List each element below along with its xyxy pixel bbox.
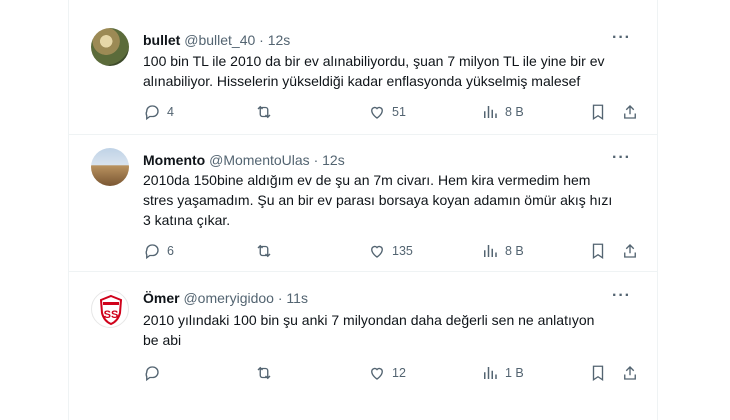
club-logo: SS	[99, 294, 123, 326]
share-button[interactable]	[621, 364, 639, 382]
views-icon	[484, 367, 497, 379]
avatar[interactable]	[91, 148, 129, 186]
reply-icon	[145, 244, 159, 260]
bookmark-icon	[592, 104, 604, 121]
views-icon	[484, 106, 497, 118]
timeline: bullet @bullet_40 · 12s ··· 100 bin TL i…	[68, 0, 658, 420]
author-name[interactable]: Momento	[143, 152, 205, 168]
like-button[interactable]: 135	[368, 242, 413, 260]
bookmark-icon	[592, 365, 604, 382]
retweet-button[interactable]	[255, 364, 279, 382]
author-handle[interactable]: @omeryigidoo	[183, 290, 273, 306]
timestamp[interactable]: 11s	[286, 290, 308, 306]
views-count: 1 B	[505, 366, 524, 380]
like-count: 12	[392, 366, 406, 380]
share-icon	[624, 105, 636, 119]
reply-count: 4	[167, 105, 174, 119]
svg-text:SS: SS	[104, 309, 119, 321]
tweet-text: 100 bin TL ile 2010 da bir ev alınabiliy…	[143, 51, 643, 91]
tweet-text: 2010da 150bine aldığım ev de şu an 7m ci…	[143, 170, 643, 230]
tweet-text-line: stres yaşamadım. Şu an bir ev parası bor…	[143, 192, 613, 208]
retweet-button[interactable]	[255, 242, 279, 260]
like-count: 51	[392, 105, 406, 119]
tweet-text-line: be abi	[143, 332, 182, 348]
views-icon	[484, 245, 497, 257]
share-icon	[624, 366, 636, 380]
like-icon	[371, 367, 383, 380]
views-button[interactable]: 8 B	[481, 242, 524, 260]
tweet-text: 2010 yılındaki 100 bin şu anki 7 milyond…	[143, 310, 643, 350]
timestamp[interactable]: 12s	[322, 152, 345, 168]
tweet-text-line: 100 bin TL ile 2010 da bir ev alınabiliy…	[143, 53, 605, 69]
like-button[interactable]: 12	[368, 364, 406, 382]
views-button[interactable]: 8 B	[481, 103, 524, 121]
retweet-icon	[257, 366, 271, 380]
tweet[interactable]: bullet @bullet_40 · 12s ··· 100 bin TL i…	[69, 0, 657, 135]
bookmark-icon	[592, 243, 604, 260]
timestamp[interactable]: 12s	[268, 32, 291, 48]
more-icon[interactable]: ···	[612, 288, 631, 304]
tweet[interactable]: Momento @MomentoUlas · 12s ··· 2010da 15…	[69, 135, 657, 272]
views-count: 8 B	[505, 244, 524, 258]
tweet-text-line: alınabiliyor. Hisselerin yükseldiği kada…	[143, 73, 581, 89]
like-button[interactable]: 51	[368, 103, 406, 121]
author-name[interactable]: Ömer	[143, 290, 180, 306]
like-count: 135	[392, 244, 413, 258]
retweet-icon	[257, 105, 271, 119]
separator-dot: ·	[259, 32, 264, 48]
bookmark-button[interactable]	[589, 103, 607, 121]
author-name[interactable]: bullet	[143, 32, 180, 48]
avatar[interactable]	[91, 28, 129, 66]
tweet-text-line: 2010da 150bine aldığım ev de şu an 7m ci…	[143, 172, 591, 188]
reply-button[interactable]: 6	[143, 242, 174, 260]
like-icon	[371, 245, 383, 258]
tweet-text-line: 3 katına çıkar.	[143, 212, 231, 228]
separator-dot: ·	[313, 152, 319, 168]
views-button[interactable]: 1 B	[481, 364, 524, 382]
author-handle[interactable]: @bullet_40	[184, 32, 255, 48]
share-button[interactable]	[621, 103, 639, 121]
retweet-button[interactable]	[255, 103, 279, 121]
tweet[interactable]: SS Ömer @omeryigidoo · 11s ··· 2010 yılı…	[69, 272, 657, 420]
avatar[interactable]: SS	[91, 290, 129, 328]
reply-count: 6	[167, 244, 174, 258]
retweet-icon	[257, 244, 271, 258]
more-icon[interactable]: ···	[612, 30, 631, 46]
tweet-text-line: 2010 yılındaki 100 bin şu anki 7 milyond…	[143, 312, 595, 328]
bookmark-button[interactable]	[589, 364, 607, 382]
share-icon	[624, 244, 636, 258]
separator-dot: ·	[277, 290, 283, 306]
more-icon[interactable]: ···	[612, 150, 631, 166]
reply-icon	[145, 366, 159, 382]
reply-button[interactable]	[143, 364, 167, 382]
bookmark-button[interactable]	[589, 242, 607, 260]
reply-icon	[145, 105, 159, 121]
author-handle[interactable]: @MomentoUlas	[209, 152, 310, 168]
reply-button[interactable]: 4	[143, 103, 174, 121]
like-icon	[371, 106, 383, 119]
share-button[interactable]	[621, 242, 639, 260]
views-count: 8 B	[505, 105, 524, 119]
